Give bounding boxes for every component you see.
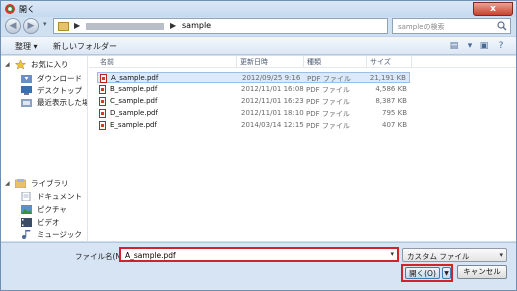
file-type-filter[interactable]: カスタム ファイル ▾ [402, 248, 507, 262]
folder-icon [58, 22, 69, 31]
desktop-icon [21, 86, 32, 95]
star-icon [15, 60, 26, 69]
dialog-footer: ファイル名(N): A_sample.pdf ▾ カスタム ファイル ▾ 開く(… [1, 242, 516, 290]
collapse-icon[interactable]: ◢ [5, 61, 10, 68]
file-size: 8,387 KB [375, 97, 407, 105]
library-icon [15, 179, 26, 188]
file-name: E_sample.pdf [110, 121, 157, 129]
music-icon [22, 230, 31, 239]
nav-music-label: ミュージック [37, 230, 82, 239]
nav-favorites-label: お気に入り [31, 60, 69, 69]
file-type: PDF ファイル [306, 122, 350, 130]
recent-locations-dropdown[interactable]: ▾ [43, 20, 47, 28]
file-type: PDF ファイル [306, 98, 350, 106]
recent-places-icon [21, 99, 32, 107]
search-placeholder: sampleの検索 [398, 23, 445, 31]
file-list: 名前 更新日時 種類 サイズ A_sample.pdf 2012/09/25 9… [89, 56, 516, 241]
file-size: 795 KB [382, 109, 407, 117]
forward-button[interactable]: ▶ [23, 18, 39, 34]
nav-pictures-label: ピクチャ [37, 205, 67, 214]
file-name: C_sample.pdf [110, 97, 158, 105]
collapse-icon[interactable]: ◢ [5, 180, 10, 187]
breadcrumb-redacted-path[interactable] [86, 23, 164, 30]
file-name: B_sample.pdf [110, 85, 158, 93]
organize-button[interactable]: 整理 ▾ [15, 41, 38, 52]
open-button[interactable]: 開く(O) [405, 267, 440, 279]
nav-downloads-label: ダウンロード [37, 74, 82, 83]
back-button[interactable]: ◀ [5, 18, 21, 34]
filename-dropdown-icon[interactable]: ▾ [390, 250, 394, 258]
file-name: D_sample.pdf [110, 109, 158, 117]
address-row: ◀ ▶ ▾ ▶ ▶ sample ▾ ⟳ sampleの検索 [1, 17, 516, 35]
file-date: 2012/11/01 18:10 [241, 109, 304, 117]
open-file-dialog: 開く x ◀ ▶ ▾ ▶ ▶ sample ▾ ⟳ sampleの検索 整理 ▾… [0, 0, 517, 291]
column-header-date[interactable]: 更新日時 [237, 56, 304, 68]
open-options-dropdown[interactable]: ▼ [442, 267, 451, 279]
file-size: 21,191 KB [369, 74, 406, 82]
content-area: ◢ お気に入り ダウンロード デスクトップ 最近表示した場所 ◢ ライブラリ [1, 56, 516, 241]
pdf-file-icon [99, 97, 106, 106]
pictures-icon [21, 205, 32, 214]
search-input[interactable]: sampleの検索 [392, 18, 511, 34]
column-header-name[interactable]: 名前 [97, 56, 237, 68]
help-icon[interactable]: ? [494, 41, 508, 51]
filename-value: A_sample.pdf [125, 251, 176, 260]
file-date: 2012/09/25 9:16 [242, 74, 301, 82]
chevron-down-icon: ▾ [499, 251, 503, 259]
file-row[interactable]: D_sample.pdf 2012/11/01 18:10 PDF ファイル 7… [97, 108, 410, 119]
nav-libraries-label: ライブラリ [31, 179, 69, 188]
file-type: PDF ファイル [306, 86, 350, 94]
nav-videos-label: ビデオ [37, 218, 60, 227]
download-folder-icon [21, 75, 32, 83]
file-row[interactable]: C_sample.pdf 2012/11/01 16:23 PDF ファイル 8… [97, 96, 410, 107]
file-date: 2014/03/14 12:15 [241, 121, 304, 129]
open-button-highlight: 開く(O) ▼ [401, 264, 453, 282]
pdf-file-icon [99, 109, 106, 118]
new-folder-button[interactable]: 新しいフォルダー [53, 41, 117, 52]
file-type-filter-value: カスタム ファイル [407, 252, 470, 261]
view-dropdown-icon[interactable]: ▾ [463, 41, 477, 51]
address-bar[interactable]: ▶ ▶ sample ▾ ⟳ [53, 18, 437, 34]
breadcrumb-current-folder[interactable]: sample [182, 21, 211, 30]
toolbar: 整理 ▾ 新しいフォルダー ▤ ▾ ▣ ? [1, 36, 516, 55]
file-row[interactable]: B_sample.pdf 2012/11/01 16:08 PDF ファイル 4… [97, 84, 410, 95]
column-header-size[interactable]: サイズ [367, 56, 412, 68]
preview-pane-icon[interactable]: ▣ [477, 41, 491, 51]
title-bar[interactable]: 開く x [1, 1, 516, 17]
file-size: 407 KB [382, 121, 407, 129]
file-row[interactable]: E_sample.pdf 2014/03/14 12:15 PDF ファイル 4… [97, 120, 410, 131]
pdf-file-icon [100, 74, 107, 83]
documents-icon [21, 192, 31, 201]
file-row[interactable]: A_sample.pdf 2012/09/25 9:16 PDF ファイル 21… [97, 72, 410, 83]
pdf-file-icon [99, 121, 106, 130]
file-name: A_sample.pdf [111, 74, 159, 82]
column-header-type[interactable]: 種類 [304, 56, 367, 68]
column-header-row: 名前 更新日時 種類 サイズ [89, 56, 516, 68]
file-date: 2012/11/01 16:23 [241, 97, 304, 105]
videos-icon [21, 218, 32, 227]
nav-documents-label: ドキュメント [37, 192, 82, 201]
file-size: 4,586 KB [375, 85, 407, 93]
nav-recent-places-label: 最近表示した場所 [37, 98, 87, 107]
filename-field[interactable]: A_sample.pdf ▾ [119, 247, 399, 262]
file-type: PDF ファイル [306, 110, 350, 118]
cancel-button[interactable]: キャンセル [457, 265, 507, 279]
pdf-file-icon [99, 85, 106, 94]
file-date: 2012/11/01 16:08 [241, 85, 304, 93]
breadcrumb-separator[interactable]: ▶ [74, 21, 80, 30]
chrome-icon [5, 4, 15, 14]
navigation-pane: ◢ お気に入り ダウンロード デスクトップ 最近表示した場所 ◢ ライブラリ [1, 56, 88, 241]
breadcrumb-separator[interactable]: ▶ [170, 21, 176, 30]
view-options-icon[interactable]: ▤ [447, 41, 461, 51]
close-button[interactable]: x [473, 2, 513, 16]
search-icon[interactable] [497, 21, 507, 31]
window-title: 開く [19, 5, 35, 14]
nav-desktop-label: デスクトップ [37, 86, 82, 95]
file-type: PDF ファイル [307, 75, 351, 83]
